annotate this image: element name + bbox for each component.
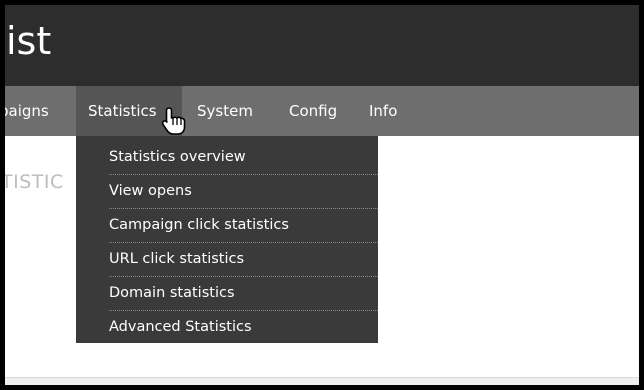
menu-item-url-click-statistics[interactable]: URL click statistics [76, 242, 378, 276]
nav-item-config[interactable]: Config [289, 86, 337, 136]
page-heading: TISTIC [5, 171, 64, 193]
header: ist [5, 5, 639, 86]
menu-item-domain-statistics[interactable]: Domain statistics [76, 276, 378, 310]
app-window: ist paigns Statistics System Config Info… [5, 5, 639, 385]
nav-item-campaigns[interactable]: paigns [5, 86, 57, 136]
statistics-dropdown-menu: Statistics overview View opens Campaign … [76, 136, 378, 343]
main-nav: paigns Statistics System Config Info [5, 86, 639, 136]
menu-item-campaign-click-statistics[interactable]: Campaign click statistics [76, 208, 378, 242]
nav-item-system[interactable]: System [197, 86, 253, 136]
nav-item-info[interactable]: Info [369, 86, 397, 136]
app-title: ist [6, 19, 52, 63]
menu-item-advanced-statistics[interactable]: Advanced Statistics [76, 310, 378, 344]
menu-item-statistics-overview[interactable]: Statistics overview [76, 140, 378, 174]
menu-item-view-opens[interactable]: View opens [76, 174, 378, 208]
footer-bar [5, 378, 639, 385]
hand-pointer-icon [161, 107, 186, 135]
